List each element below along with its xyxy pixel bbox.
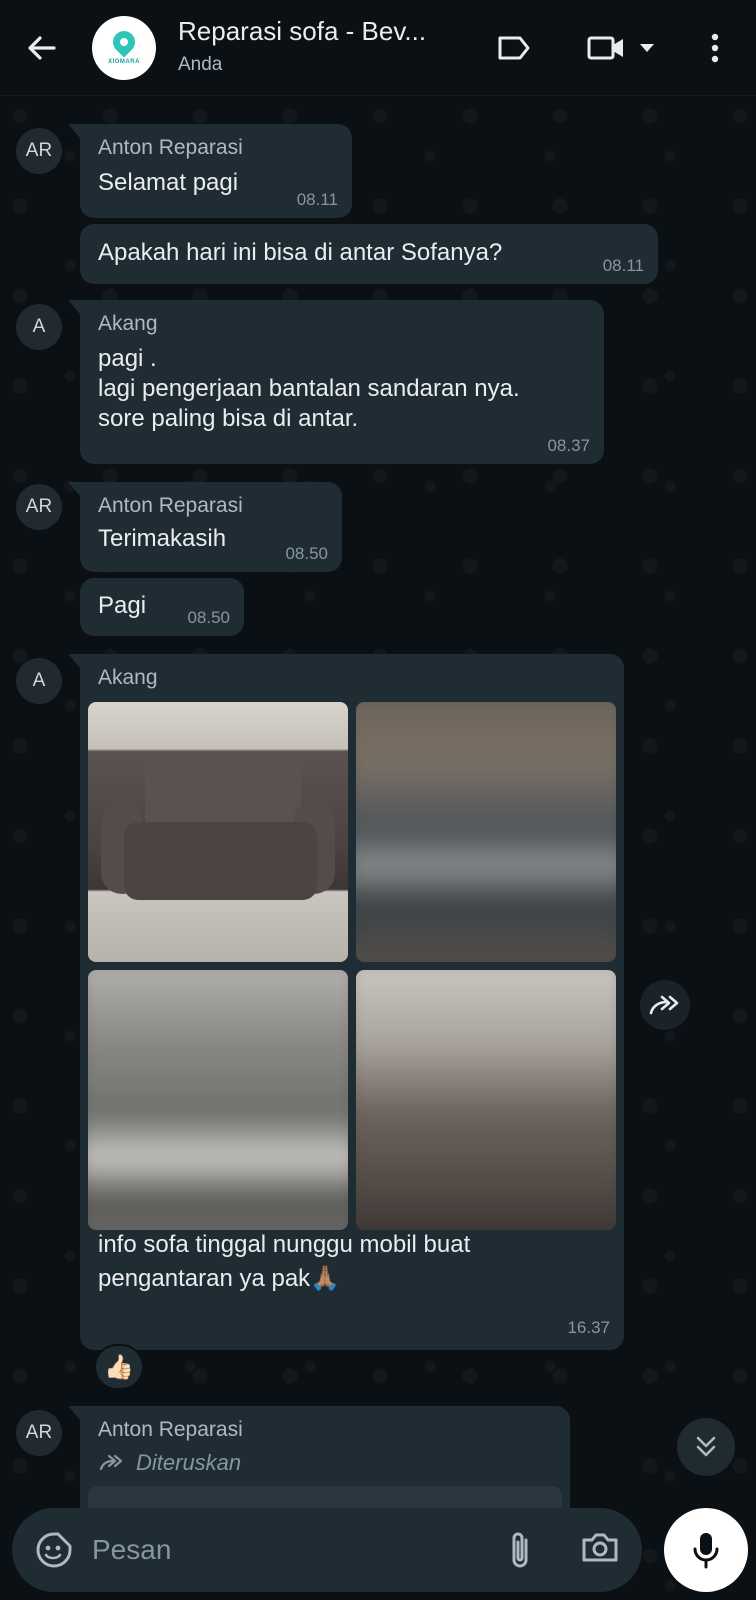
message-text: sore paling bisa di antar. xyxy=(98,405,359,432)
message-text: lagi pengerjaan bantalan sandaran nya. xyxy=(98,375,520,402)
sender-name[interactable]: Anton Reparasi xyxy=(98,492,326,520)
message-bubble[interactable]: Anton Reparasi Selamat pagi 08.11 xyxy=(68,124,352,218)
camera-icon[interactable] xyxy=(580,1530,624,1570)
message-time: 16.37 xyxy=(567,1318,610,1337)
location-pin-icon xyxy=(108,26,140,58)
avatar[interactable]: AR xyxy=(16,1410,62,1456)
video-call-icon[interactable] xyxy=(584,26,628,70)
sofa-shape xyxy=(145,754,302,827)
message-time: 08.50 xyxy=(187,608,230,627)
back-arrow-icon[interactable] xyxy=(22,28,62,68)
forwarded-row: Diteruskan xyxy=(98,1450,554,1476)
photo-blurred xyxy=(356,702,616,962)
scroll-down-icon[interactable] xyxy=(677,1418,735,1476)
message-text: info sofa tinggal nunggu mobil buat xyxy=(98,1231,471,1258)
more-options-icon[interactable] xyxy=(700,26,730,70)
message-time: 08.11 xyxy=(296,190,338,209)
group-avatar[interactable]: XIOMARA xyxy=(92,16,156,80)
mic-button[interactable] xyxy=(664,1508,748,1592)
forwarded-icon xyxy=(99,1454,123,1471)
logo-text: XIOMARA xyxy=(108,59,140,65)
message-input[interactable] xyxy=(92,1528,492,1572)
photo-sofa-1[interactable] xyxy=(88,702,348,962)
chat-header: XIOMARA Reparasi sofa - Bev... Anda xyxy=(0,0,756,96)
avatar[interactable]: AR xyxy=(16,484,62,530)
sender-name[interactable]: Anton Reparasi xyxy=(98,134,336,162)
photo-blurred xyxy=(356,970,616,1230)
photo-sofa-4[interactable] xyxy=(356,970,616,1230)
message-time: 08.11 xyxy=(602,256,644,275)
label-icon[interactable] xyxy=(492,26,536,70)
reaction-badge[interactable]: 👍🏻 xyxy=(94,1344,144,1390)
avatar[interactable]: A xyxy=(16,658,62,704)
message-bubble[interactable]: Anton Reparasi Terimakasih 08.50 xyxy=(68,482,342,572)
sofa-shape xyxy=(124,821,317,900)
message-bubble[interactable]: Apakah hari ini bisa di antar Sofanya? 0… xyxy=(80,224,658,284)
avatar[interactable]: AR xyxy=(16,128,62,174)
attach-icon[interactable] xyxy=(506,1528,546,1572)
mic-icon xyxy=(693,1533,719,1569)
message-text: Apakah hari ini bisa di antar Sofanya? xyxy=(98,239,503,266)
chat-title[interactable]: Reparasi sofa - Bev... xyxy=(178,16,426,47)
message-text: pagi . xyxy=(98,345,157,372)
avatar[interactable]: A xyxy=(16,304,62,350)
photo-sofa-2[interactable] xyxy=(356,702,616,962)
forwarded-label: Diteruskan xyxy=(136,1450,242,1475)
message-bubble[interactable]: Pagi 08.50 xyxy=(80,578,244,636)
sticker-icon[interactable] xyxy=(32,1528,76,1572)
chat-subtitle[interactable]: Anda xyxy=(178,54,222,76)
message-time: 08.50 xyxy=(285,544,328,563)
message-bubble[interactable]: Anton Reparasi Diteruskan xyxy=(68,1406,570,1508)
forwarded-content-preview xyxy=(88,1486,562,1508)
message-bubble[interactable]: Akang pagi . lagi pengerjaan bantalan sa… xyxy=(68,300,604,464)
message-time: 08.37 xyxy=(547,436,590,455)
sender-name[interactable]: Anton Reparasi xyxy=(98,1416,554,1444)
dropdown-icon[interactable] xyxy=(634,26,660,70)
photo-blurred xyxy=(88,970,348,1230)
message-composer xyxy=(12,1508,642,1592)
message-text: pengantaran ya pak🙏🏽 xyxy=(98,1265,341,1292)
sender-name[interactable]: Akang xyxy=(98,310,588,338)
forward-icon[interactable] xyxy=(640,980,690,1030)
sender-name[interactable]: Akang xyxy=(98,664,608,692)
message-caption: info sofa tinggal nunggu mobil buat peng… xyxy=(98,1230,470,1294)
photo-sofa-3[interactable] xyxy=(88,970,348,1230)
